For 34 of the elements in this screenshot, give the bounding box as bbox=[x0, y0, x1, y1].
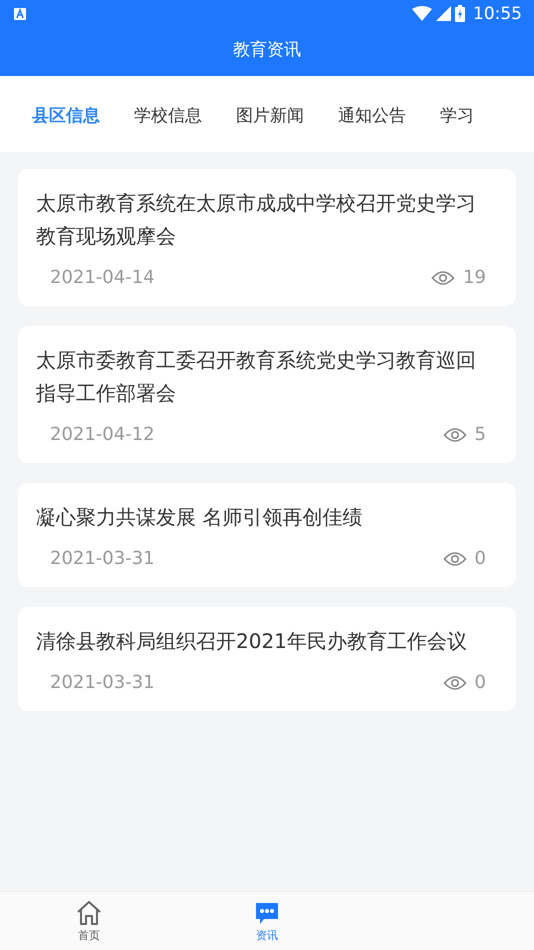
battery-icon bbox=[455, 5, 465, 22]
article-date: 2021-03-31 bbox=[50, 672, 155, 693]
article-date: 2021-03-31 bbox=[50, 548, 155, 569]
article-card[interactable]: 太原市教育系统在太原市成成中学校召开党史学习教育现场观摩会 2021-04-14 19 bbox=[18, 169, 516, 306]
article-date: 2021-04-14 bbox=[50, 267, 155, 288]
signal-icon bbox=[436, 6, 451, 21]
article-date: 2021-04-12 bbox=[50, 424, 155, 445]
category-tab[interactable]: 学习 bbox=[440, 102, 474, 126]
article-title: 凝心聚力共谋发展 名师引领再创佳绩 bbox=[36, 504, 364, 531]
view-count: 19 bbox=[463, 267, 486, 288]
view-count: 0 bbox=[474, 672, 486, 693]
notification-icon bbox=[14, 8, 26, 20]
category-tab[interactable]: 图片新闻 bbox=[236, 102, 304, 126]
category-tab[interactable]: 县区信息 bbox=[32, 102, 100, 126]
article-title: 清徐县教科局组织召开2021年民办教育工作会议 bbox=[36, 628, 468, 655]
category-tab[interactable]: 学校信息 bbox=[134, 102, 202, 126]
view-count: 0 bbox=[474, 548, 486, 569]
article-card[interactable]: 太原市委教育工委召开教育系统党史学习教育巡回指导工作部署会 2021-04-12 5 bbox=[18, 326, 516, 463]
category-tab[interactable]: 通知公告 bbox=[338, 102, 406, 126]
eye-icon bbox=[431, 270, 456, 286]
view-count: 5 bbox=[474, 424, 486, 445]
article-card[interactable]: 凝心聚力共谋发展 名师引领再创佳绩 2021-03-31 0 bbox=[18, 483, 516, 587]
page-title: 教育资讯 bbox=[232, 39, 302, 62]
article-card[interactable]: 清徐县教科局组织召开2021年民办教育工作会议 2021-03-31 0 bbox=[18, 607, 516, 711]
wifi-icon bbox=[412, 6, 432, 21]
eye-icon bbox=[442, 674, 467, 690]
eye-icon bbox=[442, 550, 467, 566]
eye-icon bbox=[442, 426, 467, 442]
clock-time: 10:55 bbox=[473, 4, 522, 24]
home-icon bbox=[75, 900, 103, 926]
nav-tab[interactable]: 首页 bbox=[0, 892, 178, 950]
article-title: 太原市教育系统在太原市成成中学校召开党史学习教育现场观摩会 bbox=[36, 190, 477, 250]
article-title: 太原市委教育工委召开教育系统党史学习教育巡回指导工作部署会 bbox=[36, 347, 477, 407]
nav-tab[interactable]: 资讯 bbox=[178, 892, 356, 950]
